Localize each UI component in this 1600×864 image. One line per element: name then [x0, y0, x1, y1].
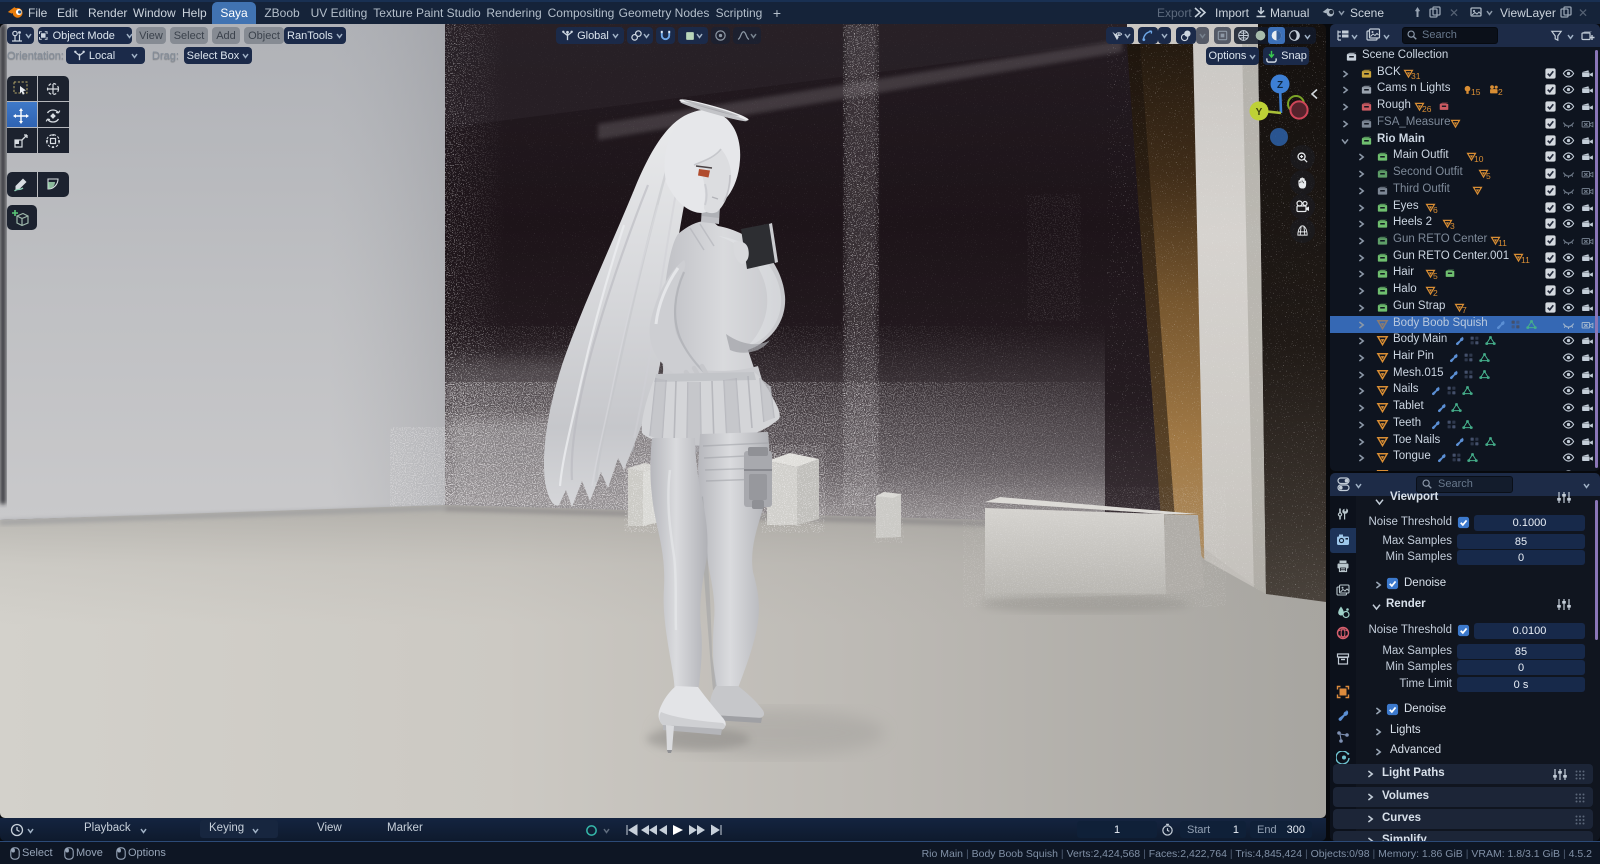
svg-text:Z: Z — [1277, 80, 1283, 91]
svg-text:Y: Y — [1256, 107, 1263, 118]
